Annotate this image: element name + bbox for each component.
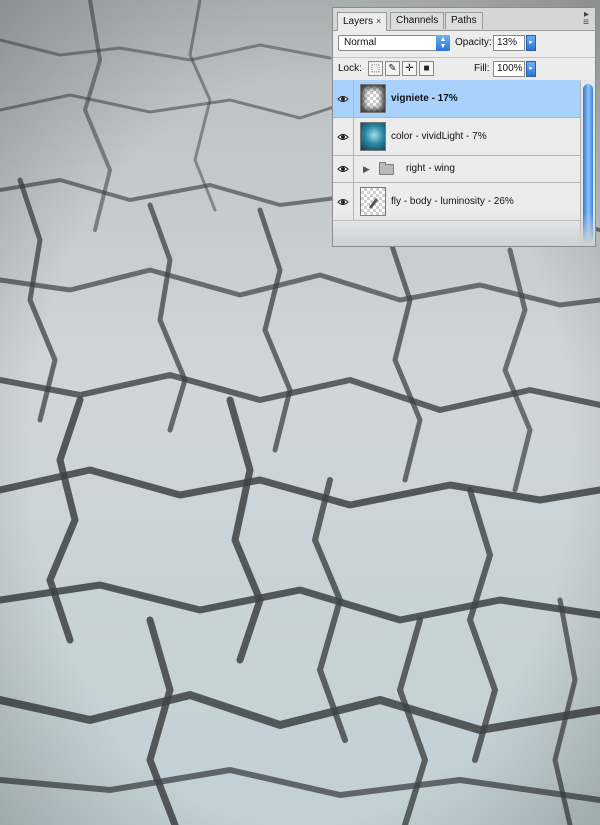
layer-row-fly-body[interactable]: fly - body - luminosity - 26% (333, 183, 581, 221)
blend-opacity-row: Normal ▲ ▼ Opacity: 13% ▸ (333, 31, 595, 58)
layer-thumbnail (360, 187, 386, 216)
visibility-toggle[interactable] (333, 118, 354, 155)
expand-triangle-icon[interactable]: ▶ (363, 164, 370, 175)
layer-thumbnail (360, 122, 386, 151)
visibility-toggle[interactable] (333, 156, 354, 182)
visibility-toggle[interactable] (333, 80, 354, 117)
tab-layers-label: Layers (343, 16, 374, 27)
folder-icon (379, 162, 394, 175)
layer-name: color - vividLight - 7% (391, 130, 487, 142)
tab-layers[interactable]: Layers × (337, 12, 388, 31)
layer-group-right-wing[interactable]: ▶ right - wing (333, 156, 581, 183)
layers-scrollbar[interactable] (580, 80, 595, 246)
blend-mode-select[interactable]: Normal ▲ ▼ (338, 35, 450, 51)
lock-label: Lock: (338, 63, 362, 74)
eye-icon (337, 95, 349, 102)
fill-label: Fill: (474, 63, 490, 74)
eye-icon (337, 133, 349, 140)
fill-slider-button[interactable]: ▸ (526, 61, 536, 77)
tab-paths[interactable]: Paths (445, 12, 483, 29)
visibility-toggle[interactable] (333, 183, 354, 220)
opacity-slider-button[interactable]: ▸ (526, 35, 536, 51)
fly-body-thumbnail-icon (369, 198, 378, 209)
opacity-input[interactable]: 13% (493, 35, 525, 51)
layer-row-vigniete[interactable]: vigniete - 17% (333, 80, 581, 118)
chevron-updown-icon: ▲ ▼ (436, 35, 450, 51)
scrollbar-thumb[interactable] (583, 84, 593, 244)
panel-tab-bar: Layers × Channels Paths ▸ ≡ (333, 8, 595, 31)
eye-icon (337, 166, 349, 172)
tab-channels-label: Channels (396, 15, 439, 26)
tab-paths-label: Paths (451, 15, 477, 26)
panel-menu-icon[interactable]: ▸ ≡ (583, 10, 589, 28)
layers-panel: Layers × Channels Paths ▸ ≡ Normal ▲ ▼ Opac… (332, 7, 596, 247)
opacity-label: Opacity: (455, 37, 492, 48)
layer-thumbnail (360, 84, 386, 113)
tab-channels[interactable]: Channels (390, 12, 445, 29)
lock-transparency-icon[interactable]: ⬚ (368, 61, 383, 76)
blend-mode-value: Normal (344, 37, 377, 48)
lock-fill-row: Lock: ⬚ ✎ ✛ ■ Fill: 100% ▸ (333, 58, 595, 81)
lock-pixels-icon[interactable]: ✎ (385, 61, 400, 76)
eye-icon (337, 198, 349, 205)
layer-name: vigniete - 17% (391, 92, 458, 104)
layer-name: fly - body - luminosity - 26% (391, 195, 514, 207)
layers-list: vigniete - 17% color - vividLight - 7% ▶… (333, 80, 581, 221)
lock-position-icon[interactable]: ✛ (402, 61, 417, 76)
fill-input[interactable]: 100% (493, 61, 525, 77)
layer-row-color[interactable]: color - vividLight - 7% (333, 118, 581, 156)
lock-all-icon[interactable]: ■ (419, 61, 434, 76)
close-icon[interactable]: × (376, 16, 381, 26)
group-name: right - wing (406, 163, 455, 174)
